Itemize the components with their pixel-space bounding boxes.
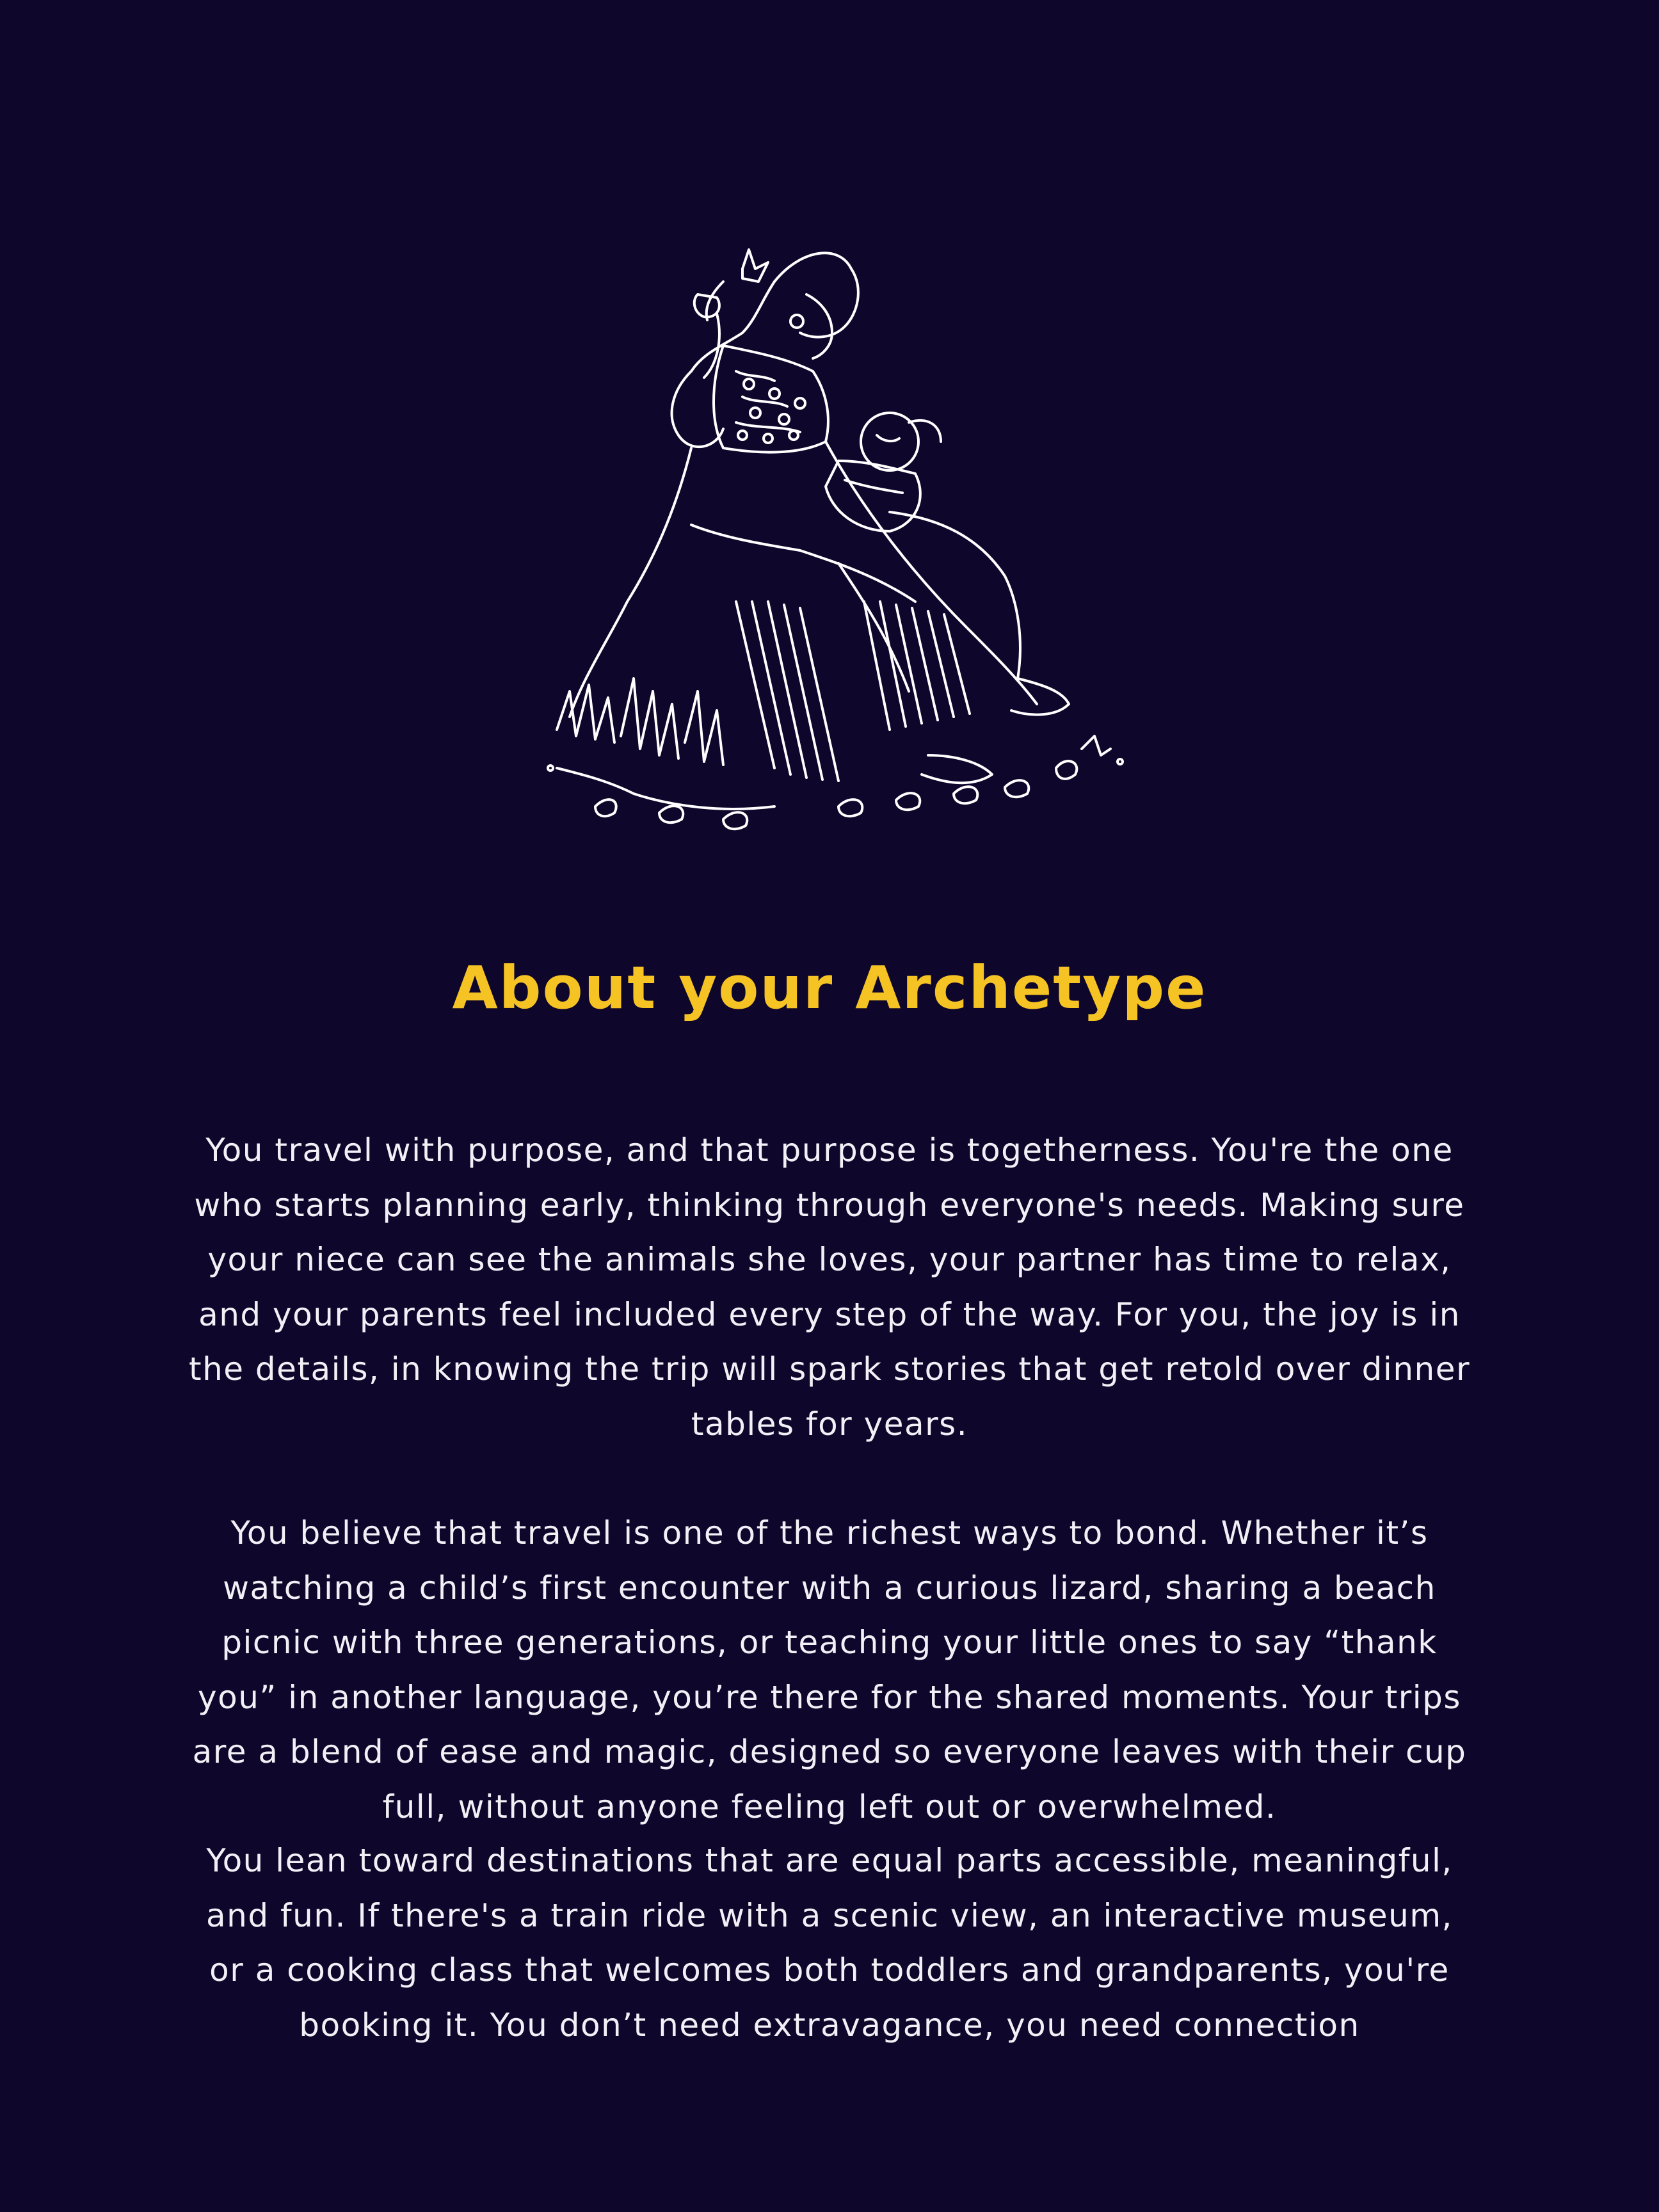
mother-and-child-illustration	[531, 243, 1133, 838]
paragraph-bonding: You believe that travel is one of the ri…	[192, 1514, 1467, 1825]
archetype-page: About your Archetype You travel with pur…	[0, 0, 1659, 2212]
paragraph-destinations: You lean toward destinations that are eq…	[206, 1842, 1453, 2044]
paragraph-togetherness: You travel with purpose, and that purpos…	[188, 1132, 1471, 1443]
page-title: About your Archetype	[452, 954, 1207, 1022]
